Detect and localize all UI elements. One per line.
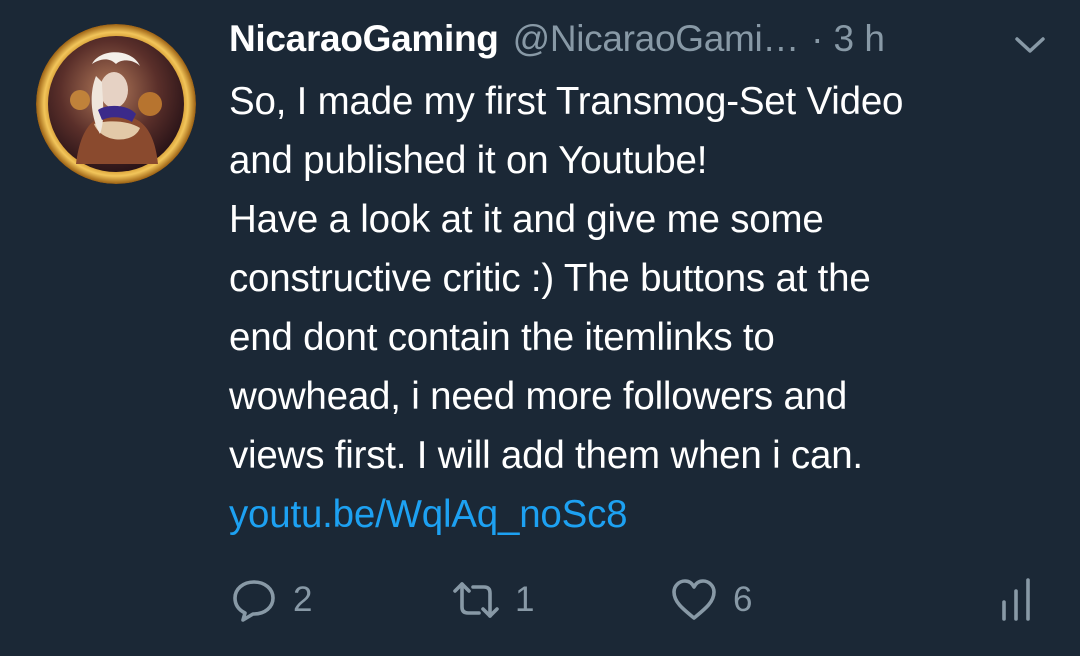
like-count: 6 <box>733 580 753 619</box>
tweet-text-line: end dont contain the itemlinks to <box>229 316 775 359</box>
retweet-arrows-icon <box>453 582 499 618</box>
analytics-button[interactable] <box>995 572 1045 628</box>
tweet-header: NicaraoGaming @NicaraoGami… · 3 h <box>229 18 1049 68</box>
avatar-image <box>36 24 196 184</box>
retweet-count: 1 <box>515 580 535 619</box>
tweet-text-line: wowhead, i need more followers and <box>229 375 848 418</box>
tweet-text-line: and published it on Youtube! <box>229 139 708 182</box>
chevron-down-icon[interactable] <box>1013 34 1047 56</box>
tweet-text-line: So, I made my first Transmog-Set Video <box>229 80 904 123</box>
tweet-text-line: Have a look at it and give me some <box>229 198 824 241</box>
tweet-text-line: views first. I will add them when i can. <box>229 434 863 477</box>
reply-button[interactable]: 2 <box>229 572 312 628</box>
tweet-text-line: constructive critic :) The buttons at th… <box>229 257 871 300</box>
action-bar: 2 1 6 <box>229 572 1049 628</box>
separator-dot: · <box>811 18 824 59</box>
display-name[interactable]: NicaraoGaming <box>229 18 499 60</box>
retweet-button[interactable]: 1 <box>451 572 534 628</box>
timestamp[interactable]: 3 h <box>833 18 884 60</box>
analytics-bars-icon <box>1002 578 1030 621</box>
reply-count: 2 <box>293 580 313 619</box>
like-button[interactable]: 6 <box>669 572 752 628</box>
user-handle[interactable]: @NicaraoGami… <box>513 18 800 60</box>
tweet-text: So, I made my first Transmog-Set Video a… <box>229 72 1049 544</box>
tweet-link[interactable]: youtu.be/WqlAq_noSc8 <box>229 485 1049 544</box>
avatar[interactable] <box>36 24 196 184</box>
heart-icon <box>672 579 716 620</box>
tweet-card[interactable]: NicaraoGaming @NicaraoGami… · 3 h So, I … <box>0 0 1080 656</box>
reply-bubble-icon <box>233 580 275 622</box>
